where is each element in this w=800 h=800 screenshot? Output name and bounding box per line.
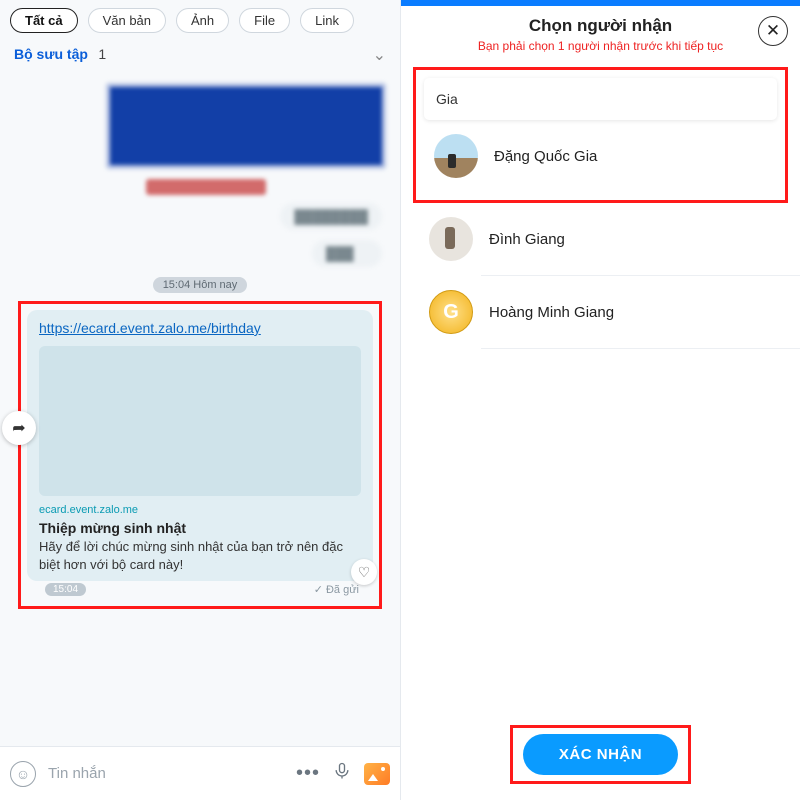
time-divider: 15:04 Hôm nay (153, 277, 248, 293)
panel-title: Chọn người nhận (417, 16, 784, 36)
contact-name: Hoàng Minh Giang (489, 304, 614, 321)
chat-scroll[interactable]: ████████ ███ 15:04 Hôm nay https://ecard… (0, 75, 400, 746)
search-highlight: Gia Đặng Quốc Gia (413, 67, 788, 203)
avatar (434, 134, 478, 178)
avatar: G (429, 290, 473, 334)
link-card-highlight: https://ecard.event.zalo.me/birthday eca… (18, 301, 382, 609)
panel-subtitle: Bạn phải chọn 1 người nhận trước khi tiế… (417, 39, 784, 53)
card-title: Thiệp mừng sinh nhật (39, 520, 361, 536)
panel-footer: XÁC NHẬN (401, 713, 800, 800)
link-card[interactable]: https://ecard.event.zalo.me/birthday eca… (27, 310, 373, 581)
card-image-placeholder (39, 346, 361, 496)
collection-label: Bộ sưu tập (14, 46, 88, 62)
card-url[interactable]: https://ecard.event.zalo.me/birthday (39, 320, 361, 336)
message-status: ✓ Đã gửi (314, 583, 359, 596)
divider (481, 348, 800, 349)
tab-all[interactable]: Tất cả (10, 8, 78, 33)
tab-text[interactable]: Văn bản (88, 8, 166, 33)
collection-count: 1 (98, 46, 106, 62)
confirm-highlight: XÁC NHẬN (510, 725, 691, 784)
avatar (429, 217, 473, 261)
chevron-down-icon: ⌄ (373, 45, 386, 65)
tab-link[interactable]: Link (300, 8, 354, 33)
close-icon[interactable]: ✕ (758, 16, 788, 46)
filter-tabs: Tất cả Văn bản Ảnh File Link (0, 0, 400, 37)
gallery-icon[interactable] (364, 763, 390, 785)
tab-image[interactable]: Ảnh (176, 8, 229, 33)
chat-panel: Tất cả Văn bản Ảnh File Link Bộ sưu tập … (0, 0, 400, 800)
card-domain: ecard.event.zalo.me (39, 504, 361, 516)
contact-row[interactable]: Đặng Quốc Gia (424, 120, 777, 192)
heart-icon[interactable]: ♡ (351, 559, 377, 585)
contact-name: Đình Giang (489, 231, 565, 248)
message-input[interactable]: Tin nhắn (48, 765, 284, 782)
blurred-text (146, 179, 266, 195)
blurred-bubble: ███ (312, 240, 382, 267)
emoji-icon[interactable]: ☺ (10, 761, 36, 787)
collection-row[interactable]: Bộ sưu tập 1 ⌄ (0, 37, 400, 75)
composer: ☺ Tin nhắn ••• (0, 746, 400, 800)
contact-row[interactable]: Đình Giang (401, 203, 800, 275)
message-time: 15:04 (45, 583, 86, 596)
recipient-panel: Chọn người nhận Bạn phải chọn 1 người nh… (400, 0, 800, 800)
mic-icon[interactable] (332, 759, 352, 788)
card-description: Hãy để lời chúc mừng sinh nhật của bạn t… (39, 538, 361, 573)
tab-file[interactable]: File (239, 8, 290, 33)
confirm-button[interactable]: XÁC NHẬN (523, 734, 678, 775)
search-input[interactable]: Gia (424, 78, 777, 120)
more-icon[interactable]: ••• (296, 762, 320, 785)
panel-header: Chọn người nhận Bạn phải chọn 1 người nh… (401, 6, 800, 59)
share-icon[interactable]: ➦ (2, 411, 36, 445)
contact-name: Đặng Quốc Gia (494, 148, 597, 165)
contact-row[interactable]: G Hoàng Minh Giang (401, 276, 800, 348)
blurred-bubble: ████████ (280, 203, 382, 230)
blurred-message (106, 83, 386, 169)
